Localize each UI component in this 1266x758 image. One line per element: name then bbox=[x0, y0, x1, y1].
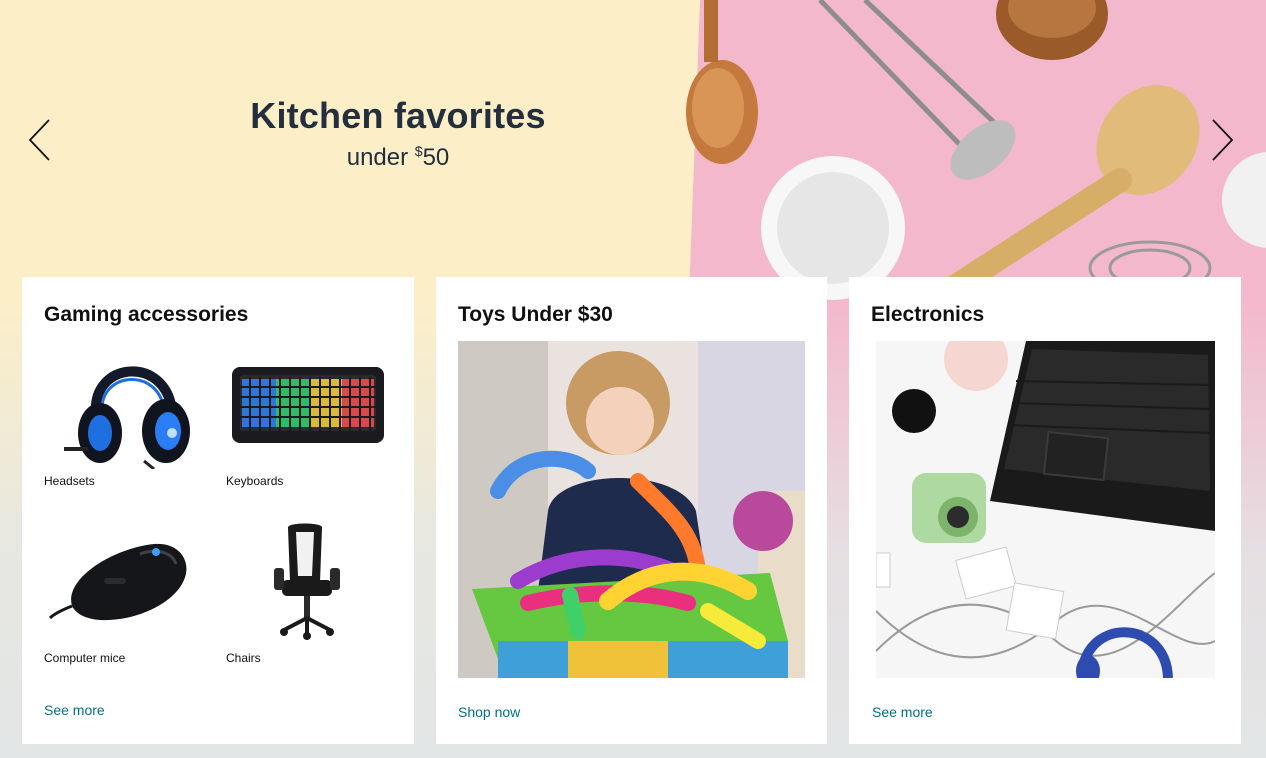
computer-mouse-image[interactable] bbox=[44, 518, 208, 646]
category-item-headsets[interactable]: Headsets bbox=[44, 341, 208, 491]
gaming-chair-image[interactable] bbox=[226, 518, 390, 646]
hero-subtitle: under $50 bbox=[200, 143, 596, 172]
carousel-next-button[interactable] bbox=[1202, 110, 1242, 170]
card-title: Electronics bbox=[871, 303, 985, 326]
see-more-link[interactable]: See more bbox=[872, 704, 933, 720]
headset-image[interactable] bbox=[44, 341, 208, 469]
card-gaming-accessories: Gaming accessories Headsets Keyboards Co… bbox=[22, 277, 414, 744]
keyboard-image[interactable] bbox=[226, 341, 390, 469]
chevron-right-icon bbox=[1212, 119, 1234, 161]
category-label[interactable]: Keyboards bbox=[226, 473, 390, 491]
category-item-keyboards[interactable]: Keyboards bbox=[226, 341, 390, 491]
chevron-left-icon bbox=[28, 119, 50, 161]
electronics-image[interactable] bbox=[876, 341, 1215, 678]
hero-subtitle-currency: $ bbox=[414, 143, 423, 159]
card-toys-under-30: Toys Under $30 Shop now bbox=[436, 277, 827, 744]
category-item-computer-mice[interactable]: Computer mice bbox=[44, 518, 208, 668]
carousel-prev-button[interactable] bbox=[20, 110, 60, 170]
hero-subtitle-amount: 50 bbox=[422, 144, 450, 171]
category-item-chairs[interactable]: Chairs bbox=[226, 518, 390, 668]
card-title: Gaming accessories bbox=[44, 303, 249, 326]
category-label[interactable]: Chairs bbox=[226, 650, 390, 668]
hero-headline: Kitchen favorites under $50 bbox=[200, 95, 596, 172]
category-label[interactable]: Headsets bbox=[44, 473, 208, 491]
toys-image[interactable] bbox=[458, 341, 805, 678]
category-label[interactable]: Computer mice bbox=[44, 650, 208, 668]
card-title: Toys Under $30 bbox=[458, 303, 613, 326]
card-electronics: Electronics See more bbox=[849, 277, 1241, 744]
hero-subtitle-prefix: under bbox=[346, 144, 415, 171]
hero-title: Kitchen favorites bbox=[250, 95, 546, 136]
see-more-link[interactable]: See more bbox=[44, 702, 105, 718]
shop-now-link[interactable]: Shop now bbox=[458, 704, 520, 720]
